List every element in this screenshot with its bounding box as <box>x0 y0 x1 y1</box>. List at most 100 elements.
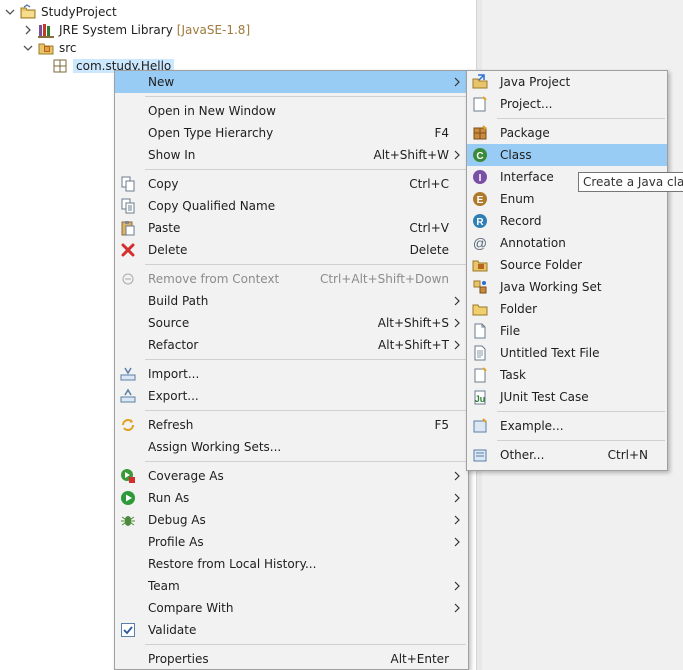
enum-icon: E <box>472 191 488 207</box>
new-submenu-item-label: Package <box>500 126 550 140</box>
package-icon <box>52 58 68 74</box>
context-menu-separator <box>115 458 468 465</box>
submenu-arrow-icon <box>452 148 462 162</box>
file-icon <box>472 323 488 339</box>
submenu-arrow-icon <box>452 513 462 527</box>
run-icon <box>120 490 136 506</box>
new-submenu-item-label: Java Project <box>500 75 571 89</box>
context-menu-item-shortcut: Ctrl+Alt+Shift+Down <box>319 272 449 286</box>
context-menu-item-label: Export... <box>148 389 199 403</box>
context-menu-item-copy[interactable]: Copy Ctrl+C <box>115 173 468 195</box>
context-menu-item-shortcut: Alt+Shift+W <box>373 148 450 162</box>
svg-text:@: @ <box>473 235 487 251</box>
submenu-arrow-icon <box>452 338 462 352</box>
new-submenu-item-label: Project... <box>500 97 553 111</box>
new-submenu-item-class[interactable]: C Class <box>467 144 667 166</box>
context-menu-item-label: Refactor <box>148 338 199 352</box>
context-menu-item-paste[interactable]: Paste Ctrl+V <box>115 217 468 239</box>
new-submenu-item-record[interactable]: R Record <box>467 210 667 232</box>
other-icon <box>472 447 488 463</box>
context-menu-item-coverage-as[interactable]: Coverage As <box>115 465 468 487</box>
chevron-down-icon[interactable] <box>22 42 34 54</box>
jre-library-label: JRE System Library <box>59 23 173 37</box>
new-submenu-item-label: JUnit Test Case <box>500 390 589 404</box>
context-menu-item-run-as[interactable]: Run As <box>115 487 468 509</box>
example-icon <box>472 418 488 434</box>
delete-icon <box>120 242 136 258</box>
context-menu-item-label: Properties <box>148 652 209 666</box>
new-submenu-item-junit-test-case[interactable]: Ju JUnit Test Case <box>467 386 667 408</box>
debug-icon <box>120 512 136 528</box>
submenu-arrow-icon <box>452 491 462 505</box>
context-menu-item-label: Run As <box>148 491 190 505</box>
submenu-arrow-icon <box>452 601 462 615</box>
new-submenu-item-file[interactable]: File <box>467 320 667 342</box>
context-menu-item-label: Assign Working Sets... <box>148 440 282 454</box>
task-icon <box>472 367 488 383</box>
new-submenu-item-folder[interactable]: Folder <box>467 298 667 320</box>
context-menu-item-label: Debug As <box>148 513 206 527</box>
submenu-arrow-icon <box>452 75 462 89</box>
context-menu-item-export[interactable]: Export... <box>115 385 468 407</box>
context-menu-separator <box>115 641 468 648</box>
checkbox-checked-icon <box>120 622 136 638</box>
new-submenu-item-other[interactable]: Other... Ctrl+N <box>467 444 667 466</box>
chevron-right-icon[interactable] <box>22 24 34 36</box>
context-menu-item-source[interactable]: Source Alt+Shift+S <box>115 312 468 334</box>
context-menu-item-import[interactable]: Import... <box>115 363 468 385</box>
new-submenu-item-example[interactable]: Example... <box>467 415 667 437</box>
context-menu-item-open-in-new-window[interactable]: Open in New Window <box>115 100 468 122</box>
context-menu-item-delete[interactable]: Delete Delete <box>115 239 468 261</box>
context-menu-item-properties[interactable]: Properties Alt+Enter <box>115 648 468 670</box>
context-menu-item-team[interactable]: Team <box>115 575 468 597</box>
java-project-icon <box>20 4 36 20</box>
context-menu-item-assign-working-sets[interactable]: Assign Working Sets... <box>115 436 468 458</box>
new-submenu-item-untitled-text-file[interactable]: Untitled Text File <box>467 342 667 364</box>
new-submenu-item-label: Record <box>500 214 542 228</box>
new-submenu-item-task[interactable]: Task <box>467 364 667 386</box>
svg-text:C: C <box>476 151 483 162</box>
submenu-arrow-icon <box>452 316 462 330</box>
context-menu-item-compare-with[interactable]: Compare With <box>115 597 468 619</box>
context-menu-item-open-type-hierarchy[interactable]: Open Type Hierarchy F4 <box>115 122 468 144</box>
refresh-icon <box>120 417 136 433</box>
context-menu-item-shortcut: Alt+Enter <box>390 652 449 666</box>
context-menu-item-show-in[interactable]: Show In Alt+Shift+W <box>115 144 468 166</box>
new-submenu-item-project[interactable]: Project... <box>467 93 667 115</box>
context-menu-separator <box>115 261 468 268</box>
context-menu-item-new[interactable]: New <box>115 71 468 93</box>
src-folder-label: src <box>59 41 77 55</box>
context-menu-item-debug-as[interactable]: Debug As <box>115 509 468 531</box>
new-submenu-item-java-working-set[interactable]: Java Working Set <box>467 276 667 298</box>
context-menu-item-refresh[interactable]: Refresh F5 <box>115 414 468 436</box>
new-submenu-item-annotation[interactable]: @ Annotation <box>467 232 667 254</box>
record-icon: R <box>472 213 488 229</box>
context-menu-item-profile-as[interactable]: Profile As <box>115 531 468 553</box>
context-menu-item-copy-qualified-name[interactable]: Copy Qualified Name <box>115 195 468 217</box>
context-menu-separator <box>115 407 468 414</box>
new-submenu-item-java-project[interactable]: Java Project <box>467 71 667 93</box>
context-menu-item-shortcut: Ctrl+C <box>409 177 449 191</box>
copy-icon <box>120 176 136 192</box>
context-menu-item-refactor[interactable]: Refactor Alt+Shift+T <box>115 334 468 356</box>
svg-text:R: R <box>476 217 484 228</box>
context-menu-item-restore-from-local-history[interactable]: Restore from Local History... <box>115 553 468 575</box>
tree-row-project[interactable]: StudyProject <box>4 3 117 21</box>
chevron-down-icon[interactable] <box>4 6 16 18</box>
new-submenu-item-label: Class <box>500 148 532 162</box>
new-submenu-item-source-folder[interactable]: Source Folder <box>467 254 667 276</box>
new-submenu-item-label: Enum <box>500 192 535 206</box>
tree-row-jre[interactable]: JRE System Library [JavaSE-1.8] <box>22 21 250 39</box>
context-menu-item-label: Profile As <box>148 535 204 549</box>
new-submenu-separator <box>467 408 667 415</box>
context-menu-item-shortcut: Ctrl+V <box>409 221 449 235</box>
new-submenu-item-label: Folder <box>500 302 538 316</box>
tree-row-src[interactable]: src <box>22 39 77 57</box>
context-menu-item-build-path[interactable]: Build Path <box>115 290 468 312</box>
package-icon <box>472 125 488 141</box>
new-submenu-item-package[interactable]: Package <box>467 122 667 144</box>
context-menu-item-validate[interactable]: Validate <box>115 619 468 641</box>
new-submenu-separator <box>467 115 667 122</box>
context-menu-item-label: Open in New Window <box>148 104 276 118</box>
context-menu-item-label: Import... <box>148 367 200 381</box>
